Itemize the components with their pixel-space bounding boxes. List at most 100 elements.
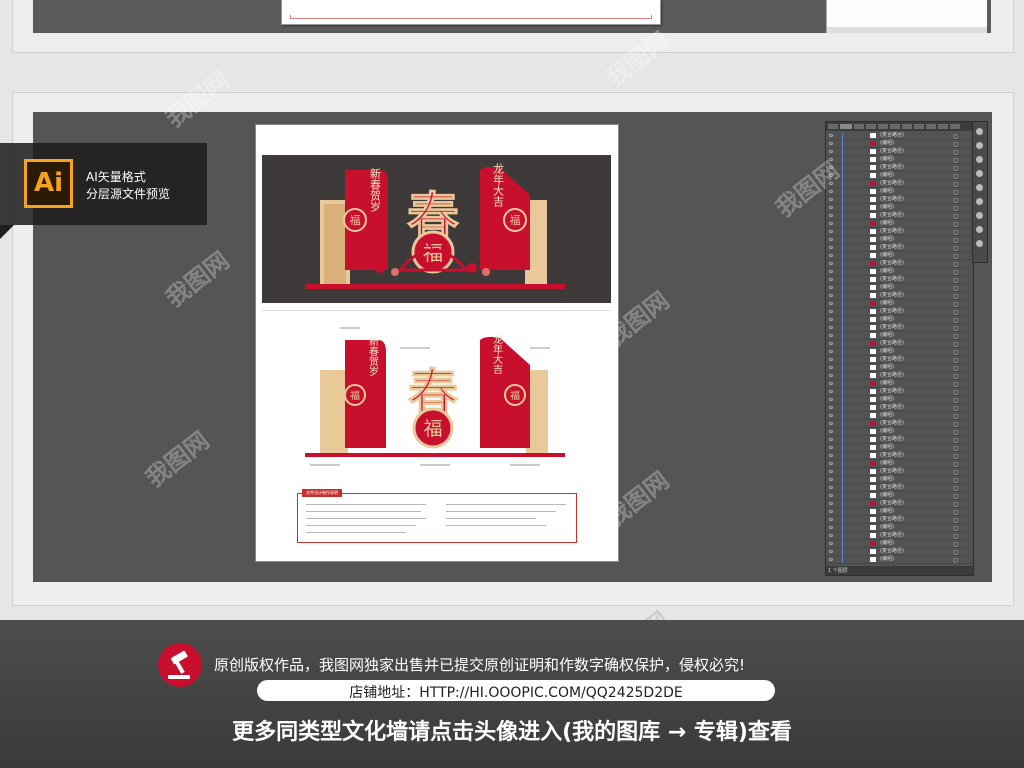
target-icon[interactable]	[953, 382, 958, 387]
target-icon[interactable]	[953, 422, 958, 427]
target-icon[interactable]	[953, 190, 958, 195]
layer-row[interactable]: (编组)	[826, 556, 973, 564]
eye-icon[interactable]	[829, 182, 833, 185]
layer-row[interactable]: (编组)	[826, 172, 973, 180]
eye-icon[interactable]	[829, 430, 833, 433]
eye-icon[interactable]	[829, 150, 833, 153]
eye-icon[interactable]	[829, 526, 833, 529]
layer-row[interactable]: (复合路径)	[826, 420, 973, 428]
eye-icon[interactable]	[829, 270, 833, 273]
eye-icon[interactable]	[829, 222, 833, 225]
eye-icon[interactable]	[829, 366, 833, 369]
target-icon[interactable]	[953, 502, 958, 507]
target-icon[interactable]	[953, 310, 958, 315]
eye-icon[interactable]	[829, 358, 833, 361]
layer-row[interactable]: (编组)	[826, 540, 973, 548]
eye-icon[interactable]	[829, 502, 833, 505]
layer-row[interactable]: (复合路径)	[826, 484, 973, 492]
tab[interactable]	[926, 124, 936, 129]
target-icon[interactable]	[953, 262, 958, 267]
target-icon[interactable]	[953, 270, 958, 275]
target-icon[interactable]	[953, 214, 958, 219]
layer-row[interactable]: (复合路径)	[826, 148, 973, 156]
layer-row[interactable]: (复合路径)	[826, 548, 973, 556]
tab[interactable]	[878, 124, 888, 129]
panel-icon[interactable]	[976, 226, 983, 233]
eye-icon[interactable]	[829, 342, 833, 345]
eye-icon[interactable]	[829, 550, 833, 553]
eye-icon[interactable]	[829, 302, 833, 305]
target-icon[interactable]	[953, 158, 958, 163]
target-icon[interactable]	[953, 150, 958, 155]
layer-row[interactable]: (编组)	[826, 188, 973, 196]
layer-row[interactable]: (编组)	[826, 460, 973, 468]
eye-icon[interactable]	[829, 174, 833, 177]
target-icon[interactable]	[953, 142, 958, 147]
target-icon[interactable]	[953, 174, 958, 179]
tab-layers[interactable]	[840, 124, 852, 129]
panel-icon[interactable]	[976, 240, 983, 247]
target-icon[interactable]	[953, 462, 958, 467]
target-icon[interactable]	[953, 406, 958, 411]
layer-row[interactable]: (编组)	[826, 364, 973, 372]
layer-row[interactable]: (编组)	[826, 444, 973, 452]
layer-row[interactable]: (编组)	[826, 140, 973, 148]
eye-icon[interactable]	[829, 390, 833, 393]
eye-icon[interactable]	[829, 510, 833, 513]
eye-icon[interactable]	[829, 190, 833, 193]
target-icon[interactable]	[953, 206, 958, 211]
layer-row[interactable]: (复合路径)	[826, 452, 973, 460]
eye-icon[interactable]	[829, 406, 833, 409]
eye-icon[interactable]	[829, 286, 833, 289]
target-icon[interactable]	[953, 486, 958, 491]
layer-row[interactable]: (编组)	[826, 220, 973, 228]
eye-icon[interactable]	[829, 278, 833, 281]
target-icon[interactable]	[953, 430, 958, 435]
eye-icon[interactable]	[829, 254, 833, 257]
eye-icon[interactable]	[829, 214, 833, 217]
target-icon[interactable]	[953, 526, 958, 531]
layer-row[interactable]: (编组)	[826, 492, 973, 500]
panel-icon[interactable]	[976, 128, 983, 135]
target-icon[interactable]	[953, 134, 958, 139]
layer-row[interactable]: (编组)	[826, 396, 973, 404]
target-icon[interactable]	[953, 294, 958, 299]
target-icon[interactable]	[953, 510, 958, 515]
layer-row[interactable]: (编组)	[826, 156, 973, 164]
layer-row[interactable]: (复合路径)	[826, 500, 973, 508]
layer-row[interactable]: (复合路径)	[826, 276, 973, 284]
layer-row[interactable]: (编组)	[826, 268, 973, 276]
layer-row[interactable]: (复合路径)	[826, 244, 973, 252]
layer-row[interactable]: (复合路径)	[826, 308, 973, 316]
target-icon[interactable]	[953, 358, 958, 363]
target-icon[interactable]	[953, 278, 958, 283]
layer-row[interactable]: (编组)	[826, 412, 973, 420]
eye-icon[interactable]	[829, 206, 833, 209]
eye-icon[interactable]	[829, 318, 833, 321]
eye-icon[interactable]	[829, 142, 833, 145]
layer-row[interactable]: (复合路径)	[826, 340, 973, 348]
eye-icon[interactable]	[829, 382, 833, 385]
layer-row[interactable]: (复合路径)	[826, 292, 973, 300]
layer-row[interactable]: (复合路径)	[826, 436, 973, 444]
eye-icon[interactable]	[829, 398, 833, 401]
layer-row[interactable]: (编组)	[826, 524, 973, 532]
target-icon[interactable]	[953, 366, 958, 371]
layer-row[interactable]: (复合路径)	[826, 468, 973, 476]
eye-icon[interactable]	[829, 558, 833, 561]
target-icon[interactable]	[953, 222, 958, 227]
layer-row[interactable]: (编组)	[826, 300, 973, 308]
target-icon[interactable]	[953, 238, 958, 243]
eye-icon[interactable]	[829, 438, 833, 441]
eye-icon[interactable]	[829, 238, 833, 241]
tab[interactable]	[890, 124, 900, 129]
layer-row[interactable]: (编组)	[826, 476, 973, 484]
eye-icon[interactable]	[829, 334, 833, 337]
shop-address-link[interactable]: 店铺地址：HTTP://HI.OOOPIC.COM/QQ2425D2DE	[257, 682, 775, 702]
eye-icon[interactable]	[829, 462, 833, 465]
layer-row[interactable]: (复合路径)	[826, 228, 973, 236]
target-icon[interactable]	[953, 230, 958, 235]
target-icon[interactable]	[953, 518, 958, 523]
eye-icon[interactable]	[829, 262, 833, 265]
eye-icon[interactable]	[829, 454, 833, 457]
